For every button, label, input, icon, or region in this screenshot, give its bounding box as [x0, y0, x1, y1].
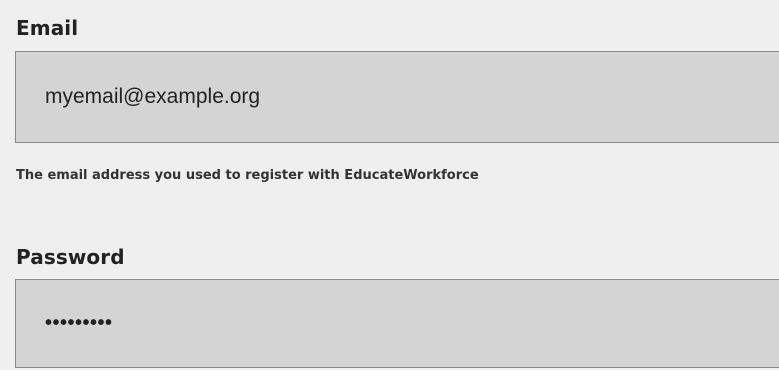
password-field[interactable]: ••••••••• [15, 279, 779, 368]
email-field-value: myemail@example.org [45, 85, 261, 108]
password-label: Password [16, 245, 125, 269]
email-label: Email [16, 16, 79, 40]
login-form: Email myemail@example.org The email addr… [0, 0, 779, 370]
password-field-value: ••••••••• [45, 312, 113, 334]
email-help-text: The email address you used to register w… [16, 168, 479, 183]
email-field[interactable]: myemail@example.org [15, 51, 779, 143]
